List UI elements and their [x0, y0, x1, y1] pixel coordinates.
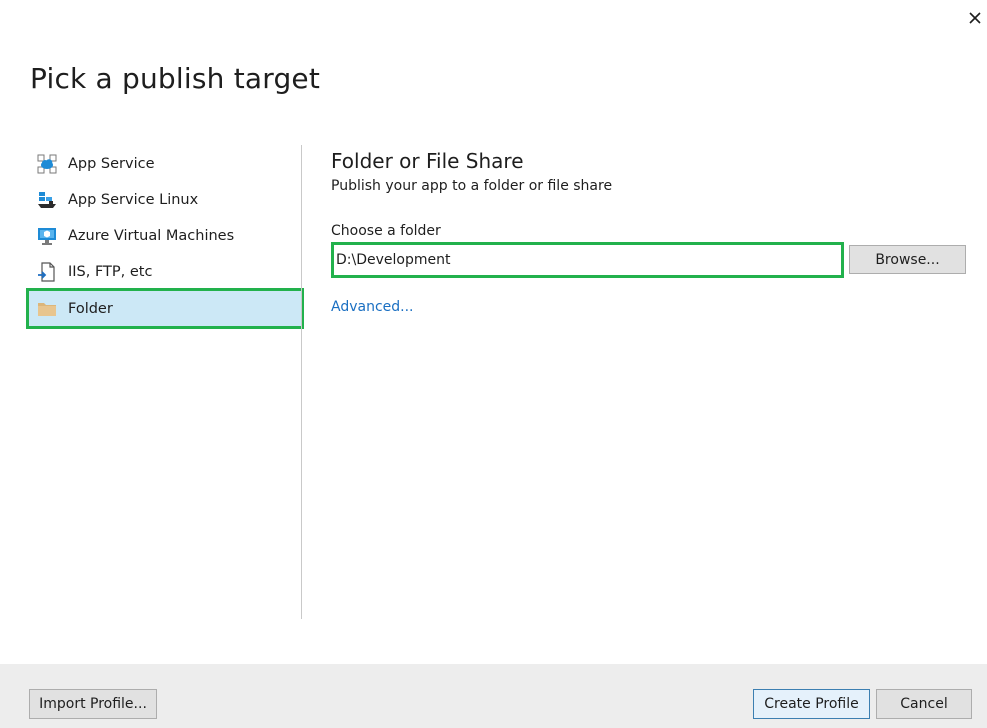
- target-item-label: IIS, FTP, etc: [68, 264, 153, 280]
- app-service-icon: [36, 153, 58, 175]
- folder-icon: [36, 298, 58, 320]
- close-icon: [969, 12, 981, 24]
- target-item-folder[interactable]: Folder: [26, 288, 304, 329]
- advanced-link[interactable]: Advanced...: [331, 299, 414, 315]
- import-profile-button[interactable]: Import Profile...: [29, 689, 157, 719]
- close-button[interactable]: [962, 6, 987, 30]
- panel-title: Folder or File Share: [331, 149, 524, 173]
- target-item-label: App Service Linux: [68, 192, 199, 208]
- dialog-title: Pick a publish target: [30, 62, 321, 95]
- target-item-label: Folder: [68, 300, 113, 317]
- folder-path-input[interactable]: [331, 242, 844, 278]
- iis-ftp-icon: [36, 261, 58, 283]
- target-item-label: App Service: [68, 156, 155, 172]
- target-item-label: Azure Virtual Machines: [68, 228, 235, 244]
- browse-button[interactable]: Browse...: [849, 245, 966, 274]
- app-service-linux-icon: [36, 189, 58, 211]
- virtual-machine-icon: [36, 225, 58, 247]
- publish-target-list: App Service App Service Linux Azure Virt…: [26, 146, 304, 329]
- folder-field-label: Choose a folder: [331, 223, 441, 239]
- target-item-iis-ftp[interactable]: IIS, FTP, etc: [28, 254, 302, 290]
- target-item-app-service-linux[interactable]: App Service Linux: [28, 182, 302, 218]
- cancel-button[interactable]: Cancel: [876, 689, 972, 719]
- target-item-app-service[interactable]: App Service: [28, 146, 302, 182]
- panel-subtitle: Publish your app to a folder or file sha…: [331, 178, 613, 194]
- create-profile-button[interactable]: Create Profile: [753, 689, 870, 719]
- target-item-azure-virtual-machines[interactable]: Azure Virtual Machines: [28, 218, 302, 254]
- panel-divider: [301, 145, 302, 619]
